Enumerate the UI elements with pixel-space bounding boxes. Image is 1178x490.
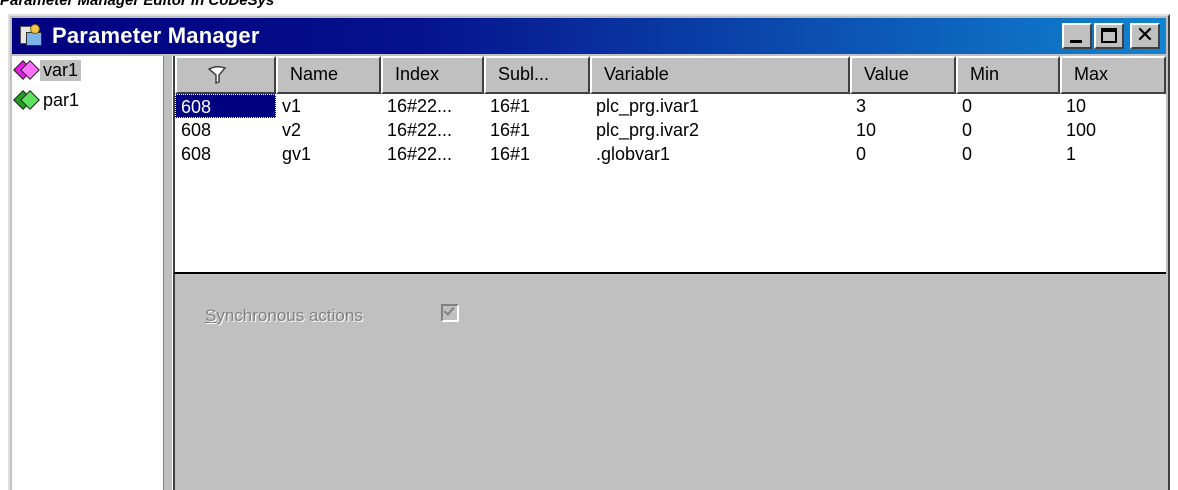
client-area: var1 par1 Name Index Subl... Variable Va… <box>12 56 1166 490</box>
close-icon: ✕ <box>1135 23 1155 48</box>
table-cell[interactable]: 10 <box>1060 94 1166 118</box>
table-cell[interactable]: v1 <box>276 94 381 118</box>
table-cell[interactable]: 16#22... <box>381 118 484 142</box>
table-cell[interactable]: v2 <box>276 118 381 142</box>
table-cell[interactable]: 100 <box>1060 118 1166 142</box>
tree-item-label: var1 <box>40 59 82 81</box>
label-mnemonic: S <box>205 306 217 325</box>
table-cell[interactable]: 608 <box>175 118 276 142</box>
table-cell[interactable]: 16#1 <box>484 94 590 118</box>
maximize-button[interactable] <box>1094 23 1124 49</box>
table-cell[interactable]: 0 <box>850 142 956 166</box>
title-bar[interactable]: Parameter Manager ✕ <box>12 18 1166 54</box>
table-cell[interactable]: 16#1 <box>484 142 590 166</box>
table-cell[interactable]: 3 <box>850 94 956 118</box>
table-cell[interactable]: .globvar1 <box>590 142 850 166</box>
table-cell[interactable]: 16#1 <box>484 118 590 142</box>
table-cell[interactable]: gv1 <box>276 142 381 166</box>
table-cell[interactable]: 10 <box>850 118 956 142</box>
funnel-icon <box>207 65 227 85</box>
label-text: ynchronous actions <box>216 306 363 325</box>
table-cell[interactable]: 0 <box>956 94 1060 118</box>
cube-magenta-icon <box>13 60 40 80</box>
table-cell[interactable]: plc_prg.ivar2 <box>590 118 850 142</box>
parameter-manager-window: Parameter Manager ✕ var1 par1 Name Index… <box>8 14 1170 490</box>
table-cell[interactable]: 1 <box>1060 142 1166 166</box>
title-bar-buttons: ✕ <box>1060 23 1160 49</box>
options-panel: Synchronous actions <box>173 274 1166 490</box>
figure-caption: Parameter Manager Editor in CoDeSys <box>0 0 274 8</box>
synchronous-actions-checkbox[interactable] <box>441 304 459 322</box>
column-header-min[interactable]: Min <box>956 56 1060 94</box>
table-cell[interactable]: 16#22... <box>381 94 484 118</box>
tree-item-par1[interactable]: par1 <box>13 88 82 112</box>
table-cell[interactable]: plc_prg.ivar1 <box>590 94 850 118</box>
column-header-max[interactable]: Max <box>1060 56 1166 94</box>
table-cell[interactable]: 608 <box>175 142 276 166</box>
minimize-button[interactable] <box>1062 23 1092 49</box>
synchronous-actions-label: Synchronous actions <box>205 306 363 326</box>
close-button[interactable]: ✕ <box>1130 23 1160 49</box>
tree-item-var1[interactable]: var1 <box>13 58 82 82</box>
maximize-icon <box>1101 28 1117 43</box>
list-tree[interactable]: var1 par1 <box>12 56 164 490</box>
column-header-index[interactable]: Index <box>381 56 484 94</box>
column-header-variable[interactable]: Variable <box>590 56 850 94</box>
tree-item-label: par1 <box>43 89 80 110</box>
cube-green-icon <box>13 90 40 110</box>
column-header-filter[interactable] <box>175 56 276 94</box>
column-header-name[interactable]: Name <box>276 56 381 94</box>
table-cell[interactable]: 0 <box>956 118 1060 142</box>
parameter-pane: Name Index Subl... Variable Value Min Ma… <box>172 56 1166 490</box>
table-cell-selected[interactable]: 608 <box>175 94 276 118</box>
table-cell[interactable]: 16#22... <box>381 142 484 166</box>
parameter-table[interactable]: Name Index Subl... Variable Value Min Ma… <box>173 56 1166 274</box>
checkmark-icon <box>443 304 455 316</box>
parameter-manager-app-icon[interactable] <box>18 23 44 49</box>
window-title: Parameter Manager <box>52 23 260 48</box>
minimize-icon <box>1070 40 1082 43</box>
column-header-value[interactable]: Value <box>850 56 956 94</box>
column-header-subindex[interactable]: Subl... <box>484 56 590 94</box>
table-cell[interactable]: 0 <box>956 142 1060 166</box>
